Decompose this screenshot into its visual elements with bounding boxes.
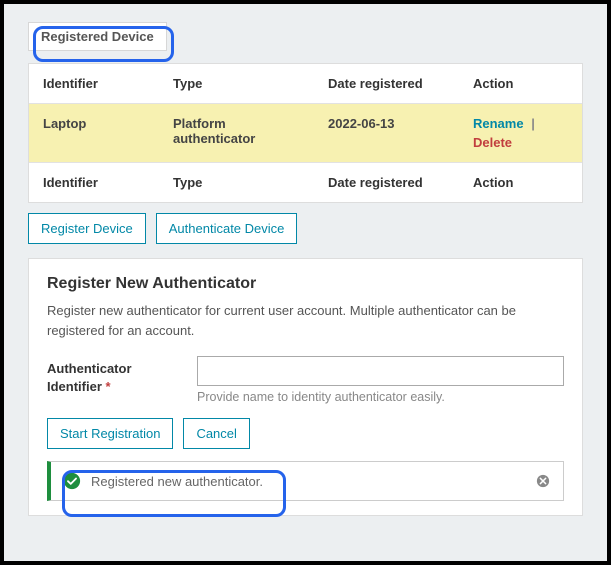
registered-devices-table: Identifier Type Date registered Action L…	[28, 63, 583, 203]
alert-message: Registered new authenticator.	[91, 474, 263, 489]
table-footer-row: Identifier Type Date registered Action	[29, 163, 582, 202]
col-header-identifier: Identifier	[29, 64, 159, 103]
form-input-wrap: Provide name to identity authenticator e…	[197, 356, 564, 404]
table-header-row: Identifier Type Date registered Action	[29, 64, 582, 104]
close-icon[interactable]	[535, 473, 551, 489]
cancel-button[interactable]: Cancel	[183, 418, 249, 449]
card-title: Register New Authenticator	[47, 275, 564, 293]
form-label-identifier: Authenticator Identifier *	[47, 356, 187, 396]
check-circle-icon	[63, 472, 81, 490]
col-header-action: Action	[459, 64, 582, 103]
form-help-text: Provide name to identity authenticator e…	[197, 390, 564, 404]
col-footer-action: Action	[459, 163, 582, 202]
form-row-identifier: Authenticator Identifier * Provide name …	[47, 356, 564, 404]
register-device-button[interactable]: Register Device	[28, 213, 146, 244]
required-mark: *	[106, 379, 111, 394]
app-frame: Registered Device Identifier Type Date r…	[0, 0, 611, 565]
success-alert: Registered new authenticator.	[47, 461, 564, 501]
cell-type: Platform authenticator	[159, 104, 314, 162]
card-description: Register new authenticator for current u…	[47, 301, 564, 340]
cell-date: 2022-06-13	[314, 104, 459, 162]
cell-identifier: Laptop	[29, 104, 159, 162]
rename-link[interactable]: Rename	[473, 116, 524, 131]
col-footer-date: Date registered	[314, 163, 459, 202]
col-header-type: Type	[159, 64, 314, 103]
col-header-date: Date registered	[314, 64, 459, 103]
authenticate-device-button[interactable]: Authenticate Device	[156, 213, 298, 244]
section-label: Registered Device	[28, 22, 167, 51]
device-buttons: Register Device Authenticate Device	[28, 213, 583, 244]
register-authenticator-card: Register New Authenticator Register new …	[28, 258, 583, 516]
col-footer-type: Type	[159, 163, 314, 202]
cell-actions: Rename | Delete	[459, 104, 582, 162]
start-registration-button[interactable]: Start Registration	[47, 418, 173, 449]
delete-link[interactable]: Delete	[473, 135, 512, 150]
authenticator-identifier-input[interactable]	[197, 356, 564, 386]
label-text: Authenticator Identifier	[47, 361, 132, 394]
col-footer-identifier: Identifier	[29, 163, 159, 202]
form-buttons: Start Registration Cancel	[47, 418, 564, 449]
table-row: Laptop Platform authenticator 2022-06-13…	[29, 104, 582, 163]
action-separator: |	[531, 116, 535, 131]
